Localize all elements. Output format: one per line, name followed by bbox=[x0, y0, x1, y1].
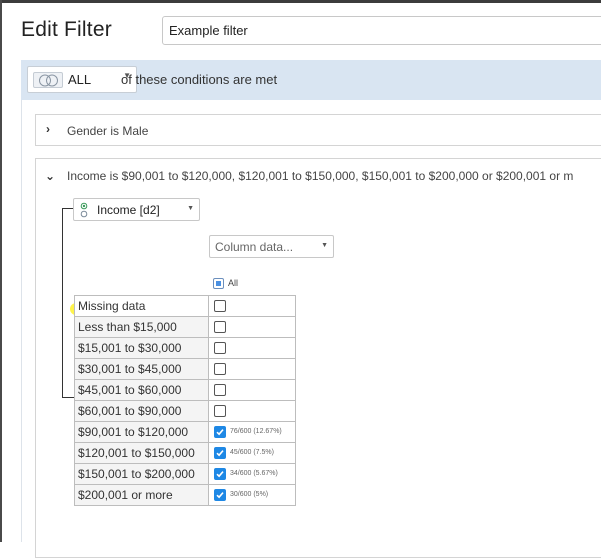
category-checkbox[interactable] bbox=[214, 405, 226, 417]
window-left-border bbox=[0, 0, 2, 542]
category-label: $15,001 to $30,000 bbox=[74, 337, 209, 359]
variable-select[interactable]: Income [d2] ▼ bbox=[73, 198, 200, 221]
venn-icon bbox=[33, 72, 63, 88]
chevron-right-icon[interactable]: › bbox=[46, 122, 50, 136]
categorical-variable-icon bbox=[80, 202, 88, 218]
category-checkbox[interactable] bbox=[214, 342, 226, 354]
category-count: 34/600 (5.67%) bbox=[230, 470, 278, 477]
category-checkbox[interactable] bbox=[214, 468, 226, 480]
select-all-checkbox[interactable] bbox=[213, 278, 224, 289]
category-label: Less than $15,000 bbox=[74, 316, 209, 338]
dropdown-arrow-icon: ▼ bbox=[187, 205, 194, 212]
category-checkbox[interactable] bbox=[214, 447, 226, 459]
category-checkbox[interactable] bbox=[214, 321, 226, 333]
category-checkbox[interactable] bbox=[214, 489, 226, 501]
category-label: $90,001 to $120,000 bbox=[74, 421, 209, 443]
table-row: $15,001 to $30,000 bbox=[74, 337, 296, 359]
category-checkbox-cell: 45/600 (7.5%) bbox=[208, 442, 296, 464]
category-checkbox-cell bbox=[208, 295, 296, 317]
select-all-label: All bbox=[228, 278, 239, 288]
table-row: $90,001 to $120,000 76/600 (12.67%) bbox=[74, 421, 296, 443]
tree-connector bbox=[62, 397, 74, 398]
dropdown-arrow-icon: ▼ bbox=[321, 242, 328, 249]
condition-row[interactable]: › Gender is Male bbox=[35, 114, 601, 146]
table-row: $30,001 to $45,000 bbox=[74, 358, 296, 380]
combinator-value: ALL bbox=[68, 72, 92, 87]
table-row: $150,001 to $200,000 34/600 (5.67%) bbox=[74, 463, 296, 485]
table-row: $200,001 or more 30/600 (5%) bbox=[74, 484, 296, 506]
category-checkbox-cell bbox=[208, 358, 296, 380]
category-checkbox[interactable] bbox=[214, 363, 226, 375]
tree-connector bbox=[62, 208, 63, 398]
table-row: $60,001 to $90,000 bbox=[74, 400, 296, 422]
category-label: $60,001 to $90,000 bbox=[74, 400, 209, 422]
column-data-select[interactable]: Column data... ▼ bbox=[209, 235, 334, 258]
category-checkbox-cell bbox=[208, 316, 296, 338]
category-count: 76/600 (12.67%) bbox=[230, 428, 282, 435]
panel-divider bbox=[21, 100, 22, 542]
table-row: Missing data bbox=[74, 295, 296, 317]
condition-combinator-bar: ALL ▼ of these conditions are met bbox=[21, 60, 601, 100]
table-row: $45,001 to $60,000 bbox=[74, 379, 296, 401]
table-row: Less than $15,000 bbox=[74, 316, 296, 338]
category-label: $30,001 to $45,000 bbox=[74, 358, 209, 380]
table-row: $120,001 to $150,000 45/600 (7.5%) bbox=[74, 442, 296, 464]
chevron-down-icon[interactable]: ⌄ bbox=[45, 169, 55, 183]
dialog-title: Edit Filter bbox=[21, 18, 112, 41]
condition-label: Gender is Male bbox=[67, 124, 149, 138]
category-table: Missing data Less than $15,000 $15,001 to … bbox=[74, 295, 296, 506]
category-checkbox-cell bbox=[208, 379, 296, 401]
category-label: $45,001 to $60,000 bbox=[74, 379, 209, 401]
category-checkbox[interactable] bbox=[214, 384, 226, 396]
variable-label: Income [d2] bbox=[97, 203, 160, 217]
category-checkbox[interactable] bbox=[214, 300, 226, 312]
category-checkbox[interactable] bbox=[214, 426, 226, 438]
category-label: Missing data bbox=[74, 295, 209, 317]
category-checkbox-cell bbox=[208, 337, 296, 359]
column-data-placeholder: Column data... bbox=[215, 240, 294, 254]
category-count: 45/600 (7.5%) bbox=[230, 449, 274, 456]
filter-name-input[interactable] bbox=[162, 16, 601, 45]
category-label: $120,001 to $150,000 bbox=[74, 442, 209, 464]
category-label: $150,001 to $200,000 bbox=[74, 463, 209, 485]
category-checkbox-cell: 34/600 (5.67%) bbox=[208, 463, 296, 485]
category-label: $200,001 or more bbox=[74, 484, 209, 506]
combinator-suffix: of these conditions are met bbox=[121, 72, 278, 87]
category-checkbox-cell bbox=[208, 400, 296, 422]
category-count: 30/600 (5%) bbox=[230, 491, 269, 498]
condition-label: Income is $90,001 to $120,000, $120,001 … bbox=[67, 169, 574, 183]
category-checkbox-cell: 76/600 (12.67%) bbox=[208, 421, 296, 443]
window-top-border bbox=[0, 0, 601, 3]
category-checkbox-cell: 30/600 (5%) bbox=[208, 484, 296, 506]
